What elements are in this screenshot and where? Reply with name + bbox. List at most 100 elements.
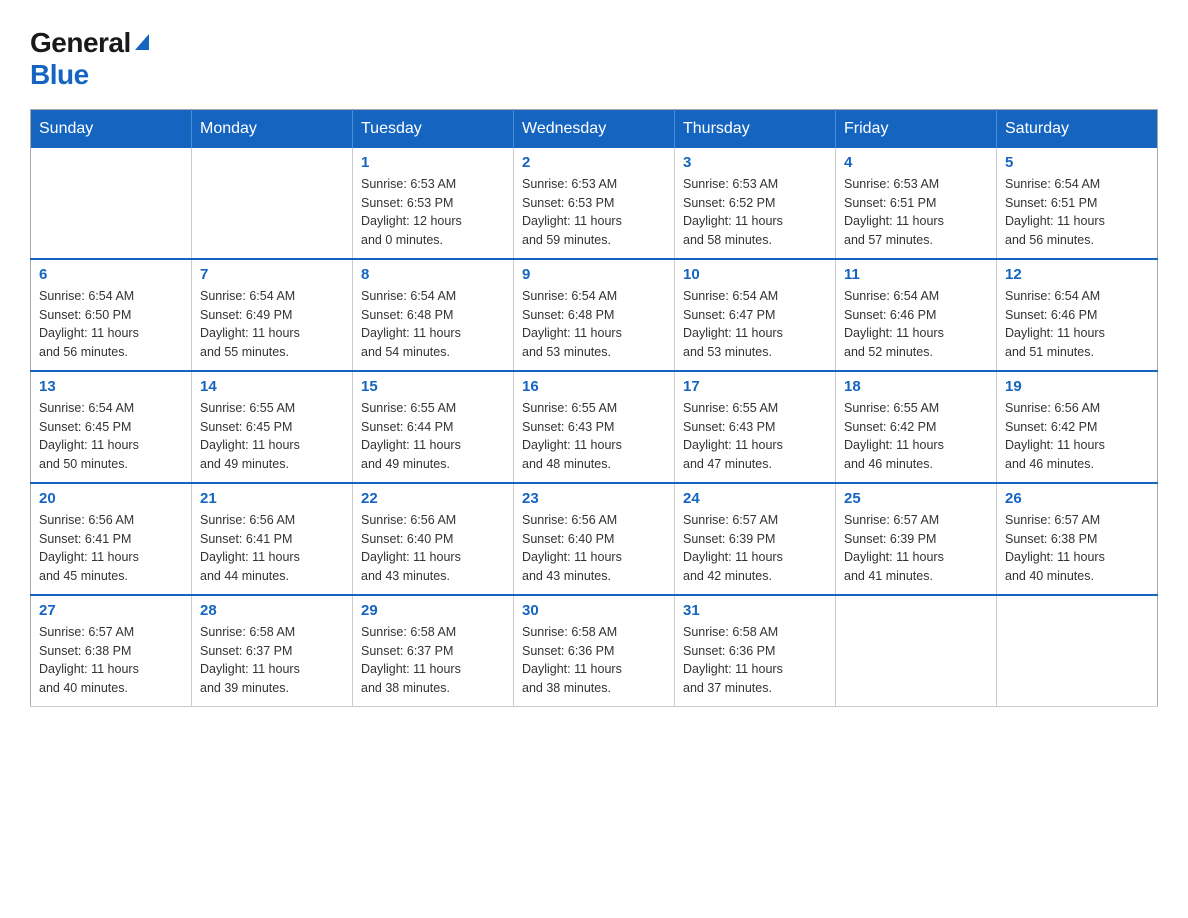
day-number: 13 <box>39 378 183 395</box>
day-info: Sunrise: 6:55 AMSunset: 6:45 PMDaylight:… <box>200 399 344 474</box>
calendar-cell <box>31 148 192 259</box>
day-info: Sunrise: 6:58 AMSunset: 6:37 PMDaylight:… <box>361 623 505 698</box>
calendar-cell: 23 Sunrise: 6:56 AMSunset: 6:40 PMDayligh… <box>514 483 675 595</box>
calendar-cell: 24Sunrise: 6:57 AMSunset: 6:39 PMDayligh… <box>675 483 836 595</box>
calendar-cell: 21 Sunrise: 6:56 AMSunset: 6:41 PMDayligh… <box>192 483 353 595</box>
calendar-cell: 30 Sunrise: 6:58 AMSunset: 6:36 PMDayligh… <box>514 595 675 707</box>
week-row-5: 27 Sunrise: 6:57 AMSunset: 6:38 PMDayligh… <box>31 595 1158 707</box>
day-number: 29 <box>361 602 505 619</box>
day-number: 16 <box>522 378 666 395</box>
day-info: Sunrise: 6:56 AMSunset: 6:40 PMDaylight:… <box>522 511 666 586</box>
day-number: 3 <box>683 154 827 171</box>
day-number: 7 <box>200 266 344 283</box>
day-info: Sunrise: 6:58 AMSunset: 6:36 PMDaylight:… <box>522 623 666 698</box>
day-info: Sunrise: 6:56 AMSunset: 6:41 PMDaylight:… <box>39 511 183 586</box>
calendar-cell: 6Sunrise: 6:54 AMSunset: 6:50 PMDaylight… <box>31 259 192 371</box>
calendar-cell: 17 Sunrise: 6:55 AMSunset: 6:43 PMDayligh… <box>675 371 836 483</box>
day-number: 20 <box>39 490 183 507</box>
day-info: Sunrise: 6:54 AMSunset: 6:47 PMDaylight:… <box>683 287 827 362</box>
day-info: Sunrise: 6:54 AMSunset: 6:51 PMDaylight:… <box>1005 175 1149 250</box>
day-number: 24 <box>683 490 827 507</box>
day-number: 22 <box>361 490 505 507</box>
day-number: 31 <box>683 602 827 619</box>
day-info: Sunrise: 6:55 AMSunset: 6:43 PMDaylight:… <box>683 399 827 474</box>
day-info: Sunrise: 6:54 AMSunset: 6:46 PMDaylight:… <box>844 287 988 362</box>
day-info: Sunrise: 6:54 AMSunset: 6:46 PMDaylight:… <box>1005 287 1149 362</box>
day-info: Sunrise: 6:56 AMSunset: 6:40 PMDaylight:… <box>361 511 505 586</box>
day-number: 30 <box>522 602 666 619</box>
calendar-cell: 9 Sunrise: 6:54 AMSunset: 6:48 PMDaylight… <box>514 259 675 371</box>
calendar-cell: 31 Sunrise: 6:58 AMSunset: 6:36 PMDayligh… <box>675 595 836 707</box>
weekday-header-saturday: Saturday <box>997 109 1158 148</box>
calendar-cell: 5 Sunrise: 6:54 AMSunset: 6:51 PMDaylight… <box>997 148 1158 259</box>
day-number: 5 <box>1005 154 1149 171</box>
day-number: 10 <box>683 266 827 283</box>
calendar-cell: 7 Sunrise: 6:54 AMSunset: 6:49 PMDaylight… <box>192 259 353 371</box>
day-info: Sunrise: 6:56 AMSunset: 6:42 PMDaylight:… <box>1005 399 1149 474</box>
calendar-cell: 29 Sunrise: 6:58 AMSunset: 6:37 PMDayligh… <box>353 595 514 707</box>
calendar-cell: 2Sunrise: 6:53 AMSunset: 6:53 PMDaylight… <box>514 148 675 259</box>
calendar-cell: 13Sunrise: 6:54 AMSunset: 6:45 PMDayligh… <box>31 371 192 483</box>
calendar-cell: 20 Sunrise: 6:56 AMSunset: 6:41 PMDayligh… <box>31 483 192 595</box>
day-number: 11 <box>844 266 988 283</box>
calendar-cell: 4 Sunrise: 6:53 AMSunset: 6:51 PMDaylight… <box>836 148 997 259</box>
day-info: Sunrise: 6:53 AMSunset: 6:51 PMDaylight:… <box>844 175 988 250</box>
week-row-4: 20 Sunrise: 6:56 AMSunset: 6:41 PMDayligh… <box>31 483 1158 595</box>
calendar-cell: 14 Sunrise: 6:55 AMSunset: 6:45 PMDayligh… <box>192 371 353 483</box>
day-number: 15 <box>361 378 505 395</box>
logo-general-text: General <box>30 28 149 59</box>
calendar-cell: 19 Sunrise: 6:56 AMSunset: 6:42 PMDayligh… <box>997 371 1158 483</box>
day-info: Sunrise: 6:53 AMSunset: 6:52 PMDaylight:… <box>683 175 827 250</box>
day-info: Sunrise: 6:56 AMSunset: 6:41 PMDaylight:… <box>200 511 344 586</box>
day-number: 28 <box>200 602 344 619</box>
day-info: Sunrise: 6:54 AMSunset: 6:49 PMDaylight:… <box>200 287 344 362</box>
day-number: 14 <box>200 378 344 395</box>
calendar-cell: 15 Sunrise: 6:55 AMSunset: 6:44 PMDayligh… <box>353 371 514 483</box>
day-info: Sunrise: 6:55 AMSunset: 6:44 PMDaylight:… <box>361 399 505 474</box>
calendar-table: SundayMondayTuesdayWednesdayThursdayFrid… <box>30 109 1158 707</box>
day-number: 19 <box>1005 378 1149 395</box>
calendar-cell: 16 Sunrise: 6:55 AMSunset: 6:43 PMDayligh… <box>514 371 675 483</box>
calendar-cell: 26 Sunrise: 6:57 AMSunset: 6:38 PMDayligh… <box>997 483 1158 595</box>
calendar-cell: 10 Sunrise: 6:54 AMSunset: 6:47 PMDayligh… <box>675 259 836 371</box>
weekday-header-thursday: Thursday <box>675 109 836 148</box>
logo-blue-text: Blue <box>30 59 89 91</box>
week-row-2: 6Sunrise: 6:54 AMSunset: 6:50 PMDaylight… <box>31 259 1158 371</box>
day-number: 18 <box>844 378 988 395</box>
day-number: 23 <box>522 490 666 507</box>
day-number: 12 <box>1005 266 1149 283</box>
day-number: 4 <box>844 154 988 171</box>
calendar-cell: 8 Sunrise: 6:54 AMSunset: 6:48 PMDaylight… <box>353 259 514 371</box>
day-info: Sunrise: 6:57 AMSunset: 6:39 PMDaylight:… <box>844 511 988 586</box>
calendar-cell: 28Sunrise: 6:58 AMSunset: 6:37 PMDayligh… <box>192 595 353 707</box>
day-number: 1 <box>361 154 505 171</box>
weekday-header-sunday: Sunday <box>31 109 192 148</box>
day-number: 6 <box>39 266 183 283</box>
calendar-cell: 3 Sunrise: 6:53 AMSunset: 6:52 PMDaylight… <box>675 148 836 259</box>
weekday-header-friday: Friday <box>836 109 997 148</box>
day-number: 26 <box>1005 490 1149 507</box>
page-header: General Blue <box>30 20 1158 91</box>
day-number: 17 <box>683 378 827 395</box>
calendar-cell <box>192 148 353 259</box>
day-info: Sunrise: 6:53 AMSunset: 6:53 PMDaylight:… <box>361 175 505 250</box>
day-info: Sunrise: 6:58 AMSunset: 6:36 PMDaylight:… <box>683 623 827 698</box>
week-row-1: 1 Sunrise: 6:53 AMSunset: 6:53 PMDaylight… <box>31 148 1158 259</box>
day-number: 25 <box>844 490 988 507</box>
day-number: 21 <box>200 490 344 507</box>
calendar-cell <box>836 595 997 707</box>
day-info: Sunrise: 6:53 AMSunset: 6:53 PMDaylight:… <box>522 175 666 250</box>
day-number: 27 <box>39 602 183 619</box>
day-info: Sunrise: 6:57 AMSunset: 6:38 PMDaylight:… <box>39 623 183 698</box>
day-info: Sunrise: 6:54 AMSunset: 6:48 PMDaylight:… <box>361 287 505 362</box>
day-info: Sunrise: 6:54 AMSunset: 6:48 PMDaylight:… <box>522 287 666 362</box>
day-number: 8 <box>361 266 505 283</box>
weekday-header-wednesday: Wednesday <box>514 109 675 148</box>
calendar-header: SundayMondayTuesdayWednesdayThursdayFrid… <box>31 109 1158 148</box>
day-info: Sunrise: 6:57 AMSunset: 6:38 PMDaylight:… <box>1005 511 1149 586</box>
calendar-cell: 1 Sunrise: 6:53 AMSunset: 6:53 PMDaylight… <box>353 148 514 259</box>
calendar-cell: 12 Sunrise: 6:54 AMSunset: 6:46 PMDayligh… <box>997 259 1158 371</box>
weekday-header-tuesday: Tuesday <box>353 109 514 148</box>
day-number: 9 <box>522 266 666 283</box>
day-info: Sunrise: 6:55 AMSunset: 6:43 PMDaylight:… <box>522 399 666 474</box>
